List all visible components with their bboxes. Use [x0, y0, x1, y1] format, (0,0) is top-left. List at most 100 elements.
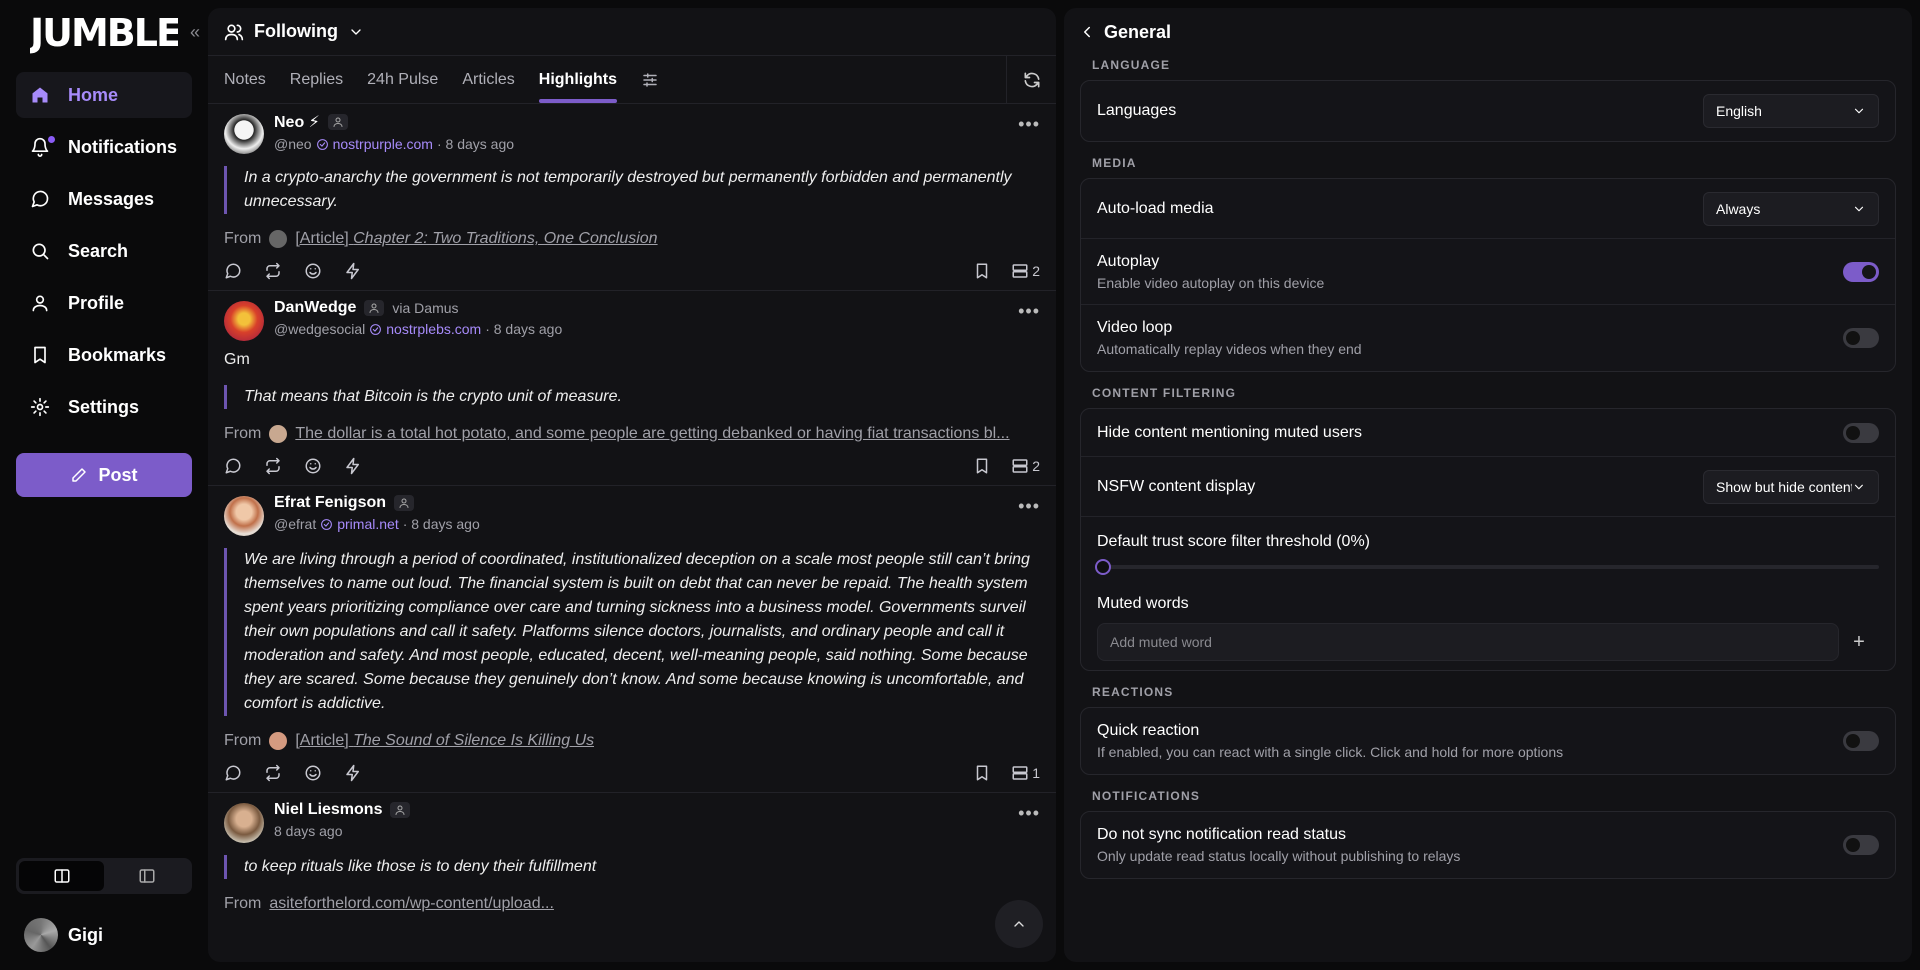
relay-count[interactable]: 2 — [1011, 457, 1040, 475]
repost-icon[interactable] — [264, 764, 282, 782]
feed-selector[interactable]: Following — [208, 8, 1056, 56]
relay-count[interactable]: 1 — [1011, 764, 1040, 782]
source-link[interactable]: asiteforthelord.com/wp-content/upload... — [269, 895, 554, 913]
back-chevron-icon[interactable] — [1078, 23, 1096, 41]
filter-icon[interactable] — [641, 71, 659, 103]
reply-icon[interactable] — [224, 764, 242, 782]
bookmark-icon[interactable] — [973, 457, 991, 475]
reactions-section: REACTIONS Quick reaction If enabled, you … — [1064, 685, 1912, 775]
reply-icon[interactable] — [224, 262, 242, 280]
account-switcher[interactable]: Gigi — [24, 918, 103, 952]
source-link[interactable]: [Article] Chapter 2: Two Traditions, One… — [295, 230, 657, 248]
tab-24h-pulse[interactable]: 24h Pulse — [367, 71, 438, 103]
bookmark-icon[interactable] — [973, 262, 991, 280]
settings-panel: General LANGUAGE Languages English MEDIA… — [1064, 8, 1912, 962]
zap-icon[interactable] — [344, 457, 362, 475]
video-loop-row: Video loop Automatically replay videos wh… — [1081, 305, 1895, 371]
chevron-down-icon — [1855, 484, 1864, 489]
more-options-icon[interactable]: ••• — [1018, 301, 1040, 322]
reaction-icon[interactable] — [304, 764, 322, 782]
trust-threshold-label: Default trust score filter threshold (0%… — [1097, 533, 1370, 550]
post-text: Gm — [224, 351, 250, 368]
tab-highlights[interactable]: Highlights — [538, 71, 618, 103]
server-icon — [1012, 264, 1028, 278]
source-link[interactable]: [Article] The Sound of Silence Is Killin… — [295, 732, 594, 750]
add-muted-word-icon[interactable]: + — [1839, 631, 1879, 654]
languages-select[interactable]: English — [1703, 94, 1879, 128]
nsfw-select[interactable]: Show but hide content — [1703, 469, 1879, 504]
sidebar-item-profile[interactable]: Profile — [16, 280, 192, 326]
hide-muted-row: Hide content mentioning muted users — [1081, 409, 1895, 457]
client-via: via Damus — [392, 300, 459, 316]
avatar[interactable] — [224, 496, 264, 536]
settings-header: General — [1064, 8, 1912, 56]
nip05-domain[interactable]: nostrpurple.com — [333, 136, 433, 152]
avatar[interactable] — [224, 114, 264, 154]
verified-icon — [316, 138, 328, 150]
author-name[interactable]: DanWedge via Damus — [274, 299, 562, 317]
single-column-layout-button[interactable] — [104, 861, 189, 891]
reaction-icon[interactable] — [304, 262, 322, 280]
feed-post[interactable]: DanWedge via Damus @wedgesocial nostrple… — [208, 291, 1056, 486]
home-icon — [32, 87, 48, 103]
zap-icon[interactable] — [344, 262, 362, 280]
reaction-icon[interactable] — [304, 457, 322, 475]
author-name[interactable]: Neo ⚡ — [274, 112, 514, 132]
tab-replies[interactable]: Replies — [290, 71, 343, 103]
content-filtering-section: CONTENT FILTERING Hide content mentionin… — [1064, 386, 1912, 671]
hide-muted-toggle[interactable] — [1843, 422, 1879, 443]
autoplay-toggle[interactable] — [1843, 261, 1879, 282]
sidebar-item-bookmarks[interactable]: Bookmarks — [16, 332, 192, 378]
quick-reaction-toggle[interactable] — [1843, 731, 1879, 751]
refresh-button[interactable] — [1006, 56, 1056, 104]
feed-post[interactable]: Niel Liesmons 8 days ago ••• to keep rit… — [208, 793, 1056, 923]
repost-icon[interactable] — [264, 262, 282, 280]
muted-word-input[interactable] — [1097, 623, 1839, 661]
sidebar-item-settings[interactable]: Settings — [16, 384, 192, 430]
tab-notes[interactable]: Notes — [224, 71, 266, 103]
author-name[interactable]: Niel Liesmons — [274, 801, 411, 819]
post-button[interactable]: Post — [16, 453, 192, 497]
highlight-source: From The dollar is a total hot potato, a… — [224, 425, 1010, 443]
more-options-icon[interactable]: ••• — [1018, 114, 1040, 135]
two-column-layout-button[interactable] — [19, 861, 104, 891]
feed-post[interactable]: Neo ⚡ @neo nostrpurple.com · 8 days ago … — [208, 104, 1056, 291]
post-actions: 2 — [224, 457, 1040, 475]
avatar[interactable] — [224, 803, 264, 843]
feed-post[interactable]: Efrat Fenigson @efrat primal.net · 8 day… — [208, 486, 1056, 793]
sync-read-status-toggle[interactable] — [1843, 835, 1879, 855]
repost-icon[interactable] — [264, 457, 282, 475]
reply-icon[interactable] — [224, 457, 242, 475]
languages-label: Languages — [1097, 102, 1177, 119]
autoload-select[interactable]: Always — [1703, 191, 1879, 226]
nsfw-row: NSFW content display Show but hide conte… — [1081, 457, 1895, 517]
nip05-domain[interactable]: nostrplebs.com — [386, 321, 481, 337]
slider-thumb[interactable] — [1095, 559, 1111, 575]
nip05-domain[interactable]: primal.net — [337, 516, 398, 532]
scroll-to-top-button[interactable] — [995, 900, 1043, 948]
highlight-quote: In a crypto-anarchy the government is no… — [224, 166, 1040, 214]
sidebar-item-notifications[interactable]: Notifications — [16, 124, 192, 170]
tab-articles[interactable]: Articles — [462, 71, 514, 103]
account-name: Gigi — [68, 924, 103, 945]
sidebar-item-search[interactable]: Search — [16, 228, 192, 274]
avatar[interactable] — [224, 301, 264, 341]
author-name[interactable]: Efrat Fenigson — [274, 494, 480, 512]
relay-count[interactable]: 2 — [1011, 262, 1040, 280]
hide-muted-label: Hide content mentioning muted users — [1097, 423, 1363, 441]
sidebar-item-home[interactable]: Home — [16, 72, 192, 118]
video-loop-toggle[interactable] — [1843, 328, 1879, 348]
bookmark-icon[interactable] — [973, 764, 991, 782]
zap-icon[interactable] — [344, 764, 362, 782]
more-options-icon[interactable]: ••• — [1018, 496, 1040, 517]
trust-threshold-slider[interactable] — [1095, 559, 1879, 575]
highlight-quote: That means that Bitcoin is the crypto un… — [224, 385, 1040, 409]
collapse-sidebar-icon[interactable]: « — [190, 22, 200, 43]
more-options-icon[interactable]: ••• — [1018, 803, 1040, 824]
section-title: REACTIONS — [1092, 685, 1174, 699]
source-link[interactable]: The dollar is a total hot potato, and so… — [295, 425, 1009, 443]
following-badge-icon — [394, 495, 415, 511]
sidebar-item-messages[interactable]: Messages — [16, 176, 192, 222]
jumble-logo[interactable]: JUMBLE — [30, 8, 178, 54]
muted-words-label: Muted words — [1097, 595, 1189, 612]
